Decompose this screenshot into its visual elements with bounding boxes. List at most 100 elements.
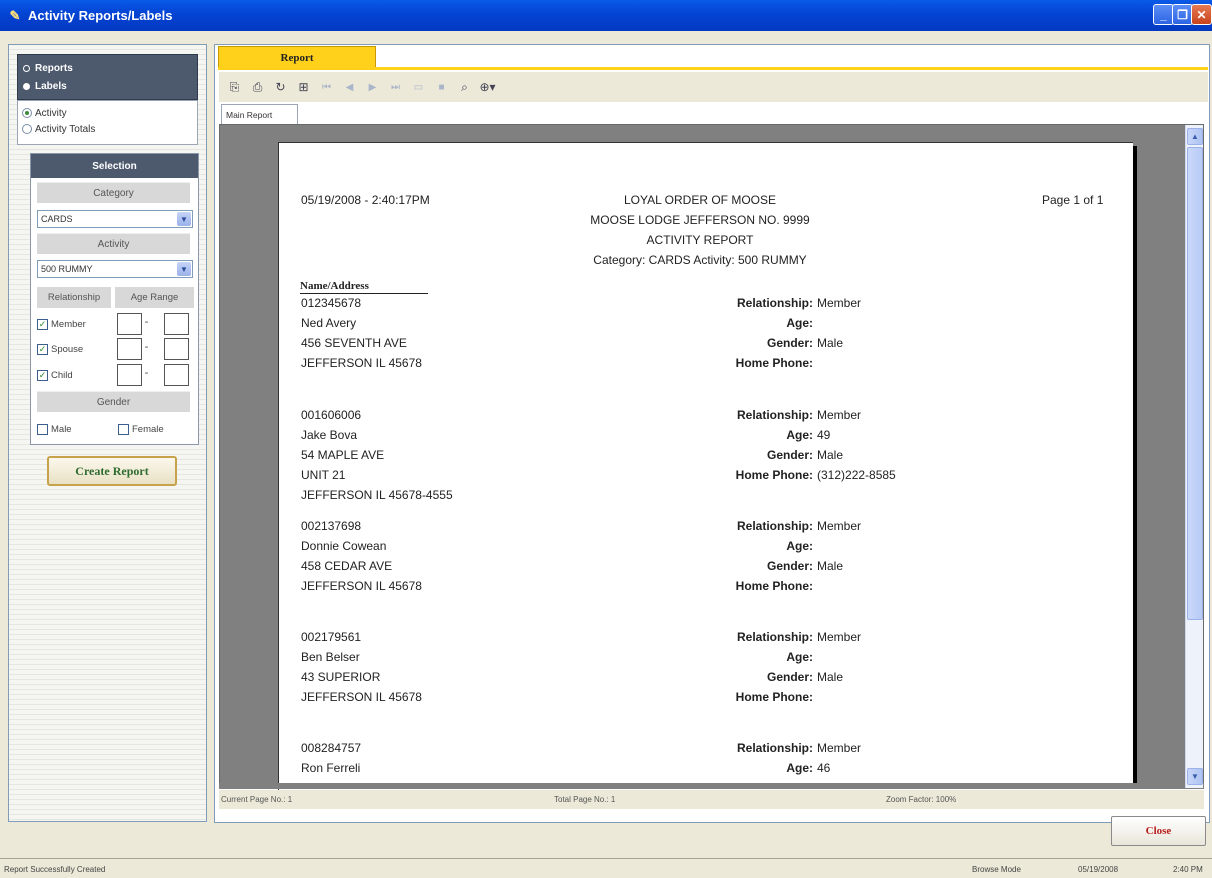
mode-reports-label: Reports bbox=[35, 62, 73, 74]
next-page-icon[interactable]: ▶ bbox=[362, 77, 383, 98]
stop-icon[interactable]: ■ bbox=[431, 77, 452, 98]
checkbox-checked-icon[interactable]: ✓ bbox=[37, 369, 48, 381]
total-page-status: Total Page No.: 1 bbox=[554, 795, 616, 804]
viewer-status-bar: Current Page No.: 1 Total Page No.: 1 Zo… bbox=[219, 790, 1204, 809]
status-bar: Report Successfully Created Browse Mode … bbox=[0, 858, 1212, 878]
mode-reports-option[interactable]: Reports bbox=[18, 59, 197, 77]
member-label: Member bbox=[51, 318, 86, 330]
chevron-down-icon[interactable]: ▼ bbox=[177, 262, 191, 276]
mode-labels-option[interactable]: Labels bbox=[18, 77, 197, 95]
prev-page-icon[interactable]: ◀ bbox=[339, 77, 360, 98]
relationship-label: Relationship: bbox=[736, 296, 813, 310]
gender-label: Gender: bbox=[766, 448, 813, 462]
activity-dropdown[interactable]: 500 RUMMY ▼ bbox=[37, 260, 193, 278]
gender-value: Male bbox=[817, 448, 844, 462]
scroll-down-icon[interactable]: ▼ bbox=[1187, 768, 1203, 785]
member-address: JEFFERSON IL 45678-4555 bbox=[301, 488, 453, 502]
report-org: LOYAL ORDER OF MOOSE bbox=[623, 193, 777, 207]
member-address: 456 SEVENTH AVE bbox=[301, 336, 407, 350]
export-icon[interactable]: ⎘ bbox=[224, 77, 245, 98]
radio-activity-totals[interactable]: Activity Totals bbox=[18, 121, 197, 137]
create-report-button[interactable]: Create Report bbox=[47, 456, 177, 486]
gender-value: Male bbox=[817, 336, 844, 350]
relationship-value: Member bbox=[817, 519, 862, 533]
tab-main-report[interactable]: Main Report bbox=[221, 104, 298, 124]
category-dropdown[interactable]: CARDS ▼ bbox=[37, 210, 193, 228]
report-page-number: Page 1 of 1 bbox=[1042, 193, 1104, 207]
tab-underline bbox=[218, 67, 1208, 70]
status-message: Report Successfully Created bbox=[4, 865, 106, 874]
mode-labels-label: Labels bbox=[35, 80, 67, 92]
relationship-label: Relationship: bbox=[736, 741, 813, 755]
phone-label: Home Phone: bbox=[735, 468, 813, 482]
age-value: 46 bbox=[817, 761, 831, 775]
gender-label: Gender: bbox=[766, 336, 813, 350]
relationship-value: Member bbox=[817, 630, 862, 644]
status-mode: Browse Mode bbox=[972, 865, 1021, 874]
radio-icon[interactable] bbox=[22, 124, 32, 134]
mode-selector: Reports Labels bbox=[17, 54, 198, 100]
scroll-up-icon[interactable]: ▲ bbox=[1187, 128, 1203, 145]
checkbox-icon[interactable] bbox=[37, 423, 48, 435]
maximize-button[interactable]: ❐ bbox=[1172, 4, 1193, 25]
close-button[interactable]: Close bbox=[1111, 816, 1206, 846]
phone-label: Home Phone: bbox=[735, 356, 813, 370]
member-age-from-input[interactable] bbox=[117, 313, 142, 335]
page-icon[interactable]: ▭ bbox=[408, 77, 429, 98]
female-label: Female bbox=[132, 423, 164, 435]
name-address-header: Name/Address bbox=[300, 279, 428, 294]
search-icon[interactable]: ⌕ bbox=[454, 77, 475, 98]
phone-value: (312)222-8585 bbox=[817, 468, 896, 482]
tree-icon[interactable]: ⊞ bbox=[293, 77, 314, 98]
close-window-button[interactable]: ✕ bbox=[1191, 4, 1212, 25]
member-name: Ned Avery bbox=[301, 316, 357, 330]
age-label: Age: bbox=[786, 650, 813, 664]
print-icon[interactable]: ⎙ bbox=[247, 77, 268, 98]
member-age-to-input[interactable] bbox=[164, 313, 189, 335]
age-value: 49 bbox=[817, 428, 831, 442]
refresh-icon[interactable]: ↻ bbox=[270, 77, 291, 98]
first-page-icon[interactable]: ⏮ bbox=[316, 77, 337, 98]
tab-report[interactable]: Report bbox=[218, 46, 376, 68]
relationship-value: Member bbox=[817, 296, 862, 310]
relationship-value: Member bbox=[817, 408, 862, 422]
category-value: CARDS bbox=[41, 214, 73, 224]
spouse-age-from-input[interactable] bbox=[117, 338, 142, 360]
gender-value: Male bbox=[817, 670, 844, 684]
report-lodge: MOOSE LODGE JEFFERSON NO. 9999 bbox=[590, 213, 810, 227]
report-datetime: 05/19/2008 - 2:40:17PM bbox=[301, 193, 430, 207]
relationship-header: Relationship bbox=[37, 287, 111, 308]
member-address: 43 SUPERIOR bbox=[301, 670, 381, 684]
radio-selected-icon bbox=[23, 82, 30, 90]
title-bar: ✎ Activity Reports/Labels bbox=[0, 0, 1212, 31]
minimize-button[interactable]: _ bbox=[1153, 4, 1174, 25]
zoom-status: Zoom Factor: 100% bbox=[886, 795, 957, 804]
last-page-icon[interactable]: ⏭ bbox=[385, 77, 406, 98]
checkbox-checked-icon[interactable]: ✓ bbox=[37, 318, 48, 330]
vertical-scrollbar[interactable]: ▲ ▼ bbox=[1185, 125, 1203, 788]
age-separator: - bbox=[144, 316, 149, 328]
radio-activity[interactable]: Activity bbox=[18, 105, 197, 121]
checkbox-icon[interactable] bbox=[118, 423, 129, 435]
relationship-label: Relationship: bbox=[736, 519, 813, 533]
category-label: Category bbox=[37, 182, 190, 203]
age-label: Age: bbox=[786, 428, 813, 442]
spouse-age-to-input[interactable] bbox=[164, 338, 189, 360]
scroll-thumb[interactable] bbox=[1187, 147, 1203, 620]
relationship-label: Relationship: bbox=[736, 630, 813, 644]
zoom-icon[interactable]: ⊕▾ bbox=[477, 77, 498, 98]
child-age-from-input[interactable] bbox=[117, 364, 142, 386]
checkbox-checked-icon[interactable]: ✓ bbox=[37, 343, 48, 355]
checkbox-male[interactable]: Male bbox=[37, 418, 107, 440]
chevron-down-icon[interactable]: ▼ bbox=[177, 212, 191, 226]
radio-activity-label: Activity bbox=[35, 107, 67, 119]
report-toolbar: ⎘ ⎙ ↻ ⊞ ⏮ ◀ ▶ ⏭ ▭ ■ ⌕ ⊕▾ bbox=[219, 72, 1208, 102]
age-label: Age: bbox=[786, 761, 813, 775]
child-age-to-input[interactable] bbox=[164, 364, 189, 386]
member-name: Jake Bova bbox=[301, 428, 358, 442]
pencil-icon: ✎ bbox=[9, 7, 21, 23]
member-name: Ron Ferreli bbox=[301, 761, 361, 775]
checkbox-female[interactable]: Female bbox=[118, 418, 193, 440]
status-time: 2:40 PM bbox=[1173, 865, 1203, 874]
radio-selected-icon[interactable] bbox=[22, 108, 32, 118]
